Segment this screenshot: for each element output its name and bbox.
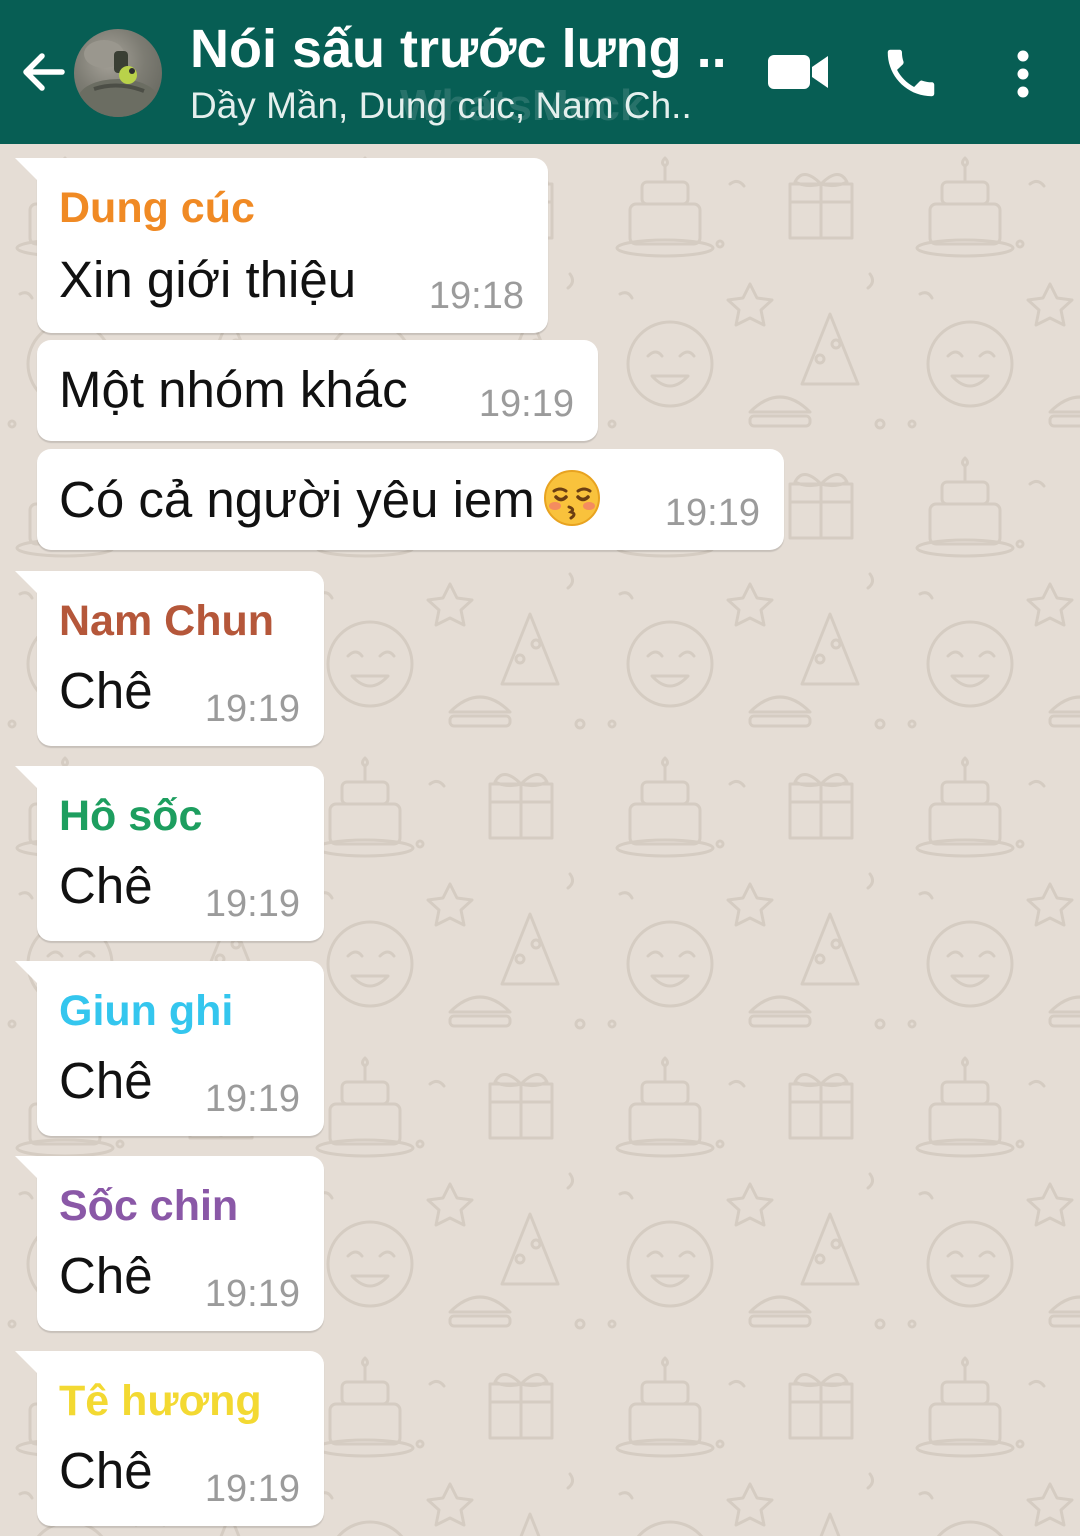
voice-call-button[interactable] [880, 42, 942, 104]
message-text: Chê [59, 662, 153, 719]
message-time: 19:19 [204, 1078, 300, 1120]
more-vert-icon [1017, 50, 1029, 98]
message-text: Một nhóm khác [59, 361, 408, 418]
message-text-content: Có cả người yêu iem [59, 471, 535, 528]
message-bubble[interactable]: Có cả người yêu iem 19:19 [37, 449, 784, 550]
sender-name[interactable]: Nam Chun [59, 595, 274, 647]
message-text: Chê [59, 1442, 153, 1499]
message-bubble[interactable]: Hô sốc Chê 19:19 [15, 766, 324, 941]
chat-header: Nói sấu trước lưng ... WhatsMock Dầy Mần… [0, 0, 1080, 144]
message-bubble[interactable]: Nam Chun Chê 19:19 [15, 571, 324, 746]
message-bubble[interactable]: Sốc chin Chê 19:19 [15, 1156, 324, 1331]
kissing-face-closed-eyes-icon [543, 469, 601, 540]
message-text: Chê [59, 1247, 153, 1304]
message-text: Chê [59, 857, 153, 914]
message-bubble[interactable]: Giun ghi Chê 19:19 [15, 961, 324, 1136]
message-text: Xin giới thiệu [59, 251, 357, 308]
message-bubble[interactable]: Tê hương Chê 19:19 [15, 1351, 324, 1526]
chat-title[interactable]: Nói sấu trước lưng ... [190, 16, 730, 82]
message-time: 19:19 [478, 383, 574, 425]
message-time: 19:19 [204, 1273, 300, 1315]
message-time: 19:19 [204, 688, 300, 730]
more-options-button[interactable] [1000, 42, 1046, 106]
chat-area[interactable]: Dung cúc Xin giới thiệu 19:18 Một nhóm k… [0, 144, 1080, 1536]
group-avatar[interactable] [74, 29, 162, 117]
message-time: 19:19 [664, 492, 760, 534]
sender-name[interactable]: Sốc chin [59, 1180, 238, 1232]
back-button[interactable] [14, 42, 74, 102]
video-call-button[interactable] [762, 42, 834, 102]
sender-name[interactable]: Tê hương [59, 1375, 262, 1427]
message-text: Có cả người yêu iem [59, 469, 601, 540]
message-text: Chê [59, 1052, 153, 1109]
message-time: 19:19 [204, 1468, 300, 1510]
voice-call-icon [887, 49, 935, 97]
message-time: 19:18 [428, 275, 524, 317]
sender-name[interactable]: Dung cúc [59, 182, 255, 234]
chat-participants[interactable]: Dầy Mần, Dung cúc, Nam Ch.. [190, 82, 730, 130]
message-bubble[interactable]: Một nhóm khác 19:19 [37, 340, 598, 441]
sender-name[interactable]: Giun ghi [59, 985, 233, 1037]
avatar-image [78, 40, 158, 117]
sender-name[interactable]: Hô sốc [59, 790, 202, 842]
back-arrow-icon [23, 53, 65, 91]
message-time: 19:19 [204, 883, 300, 925]
message-bubble[interactable]: Dung cúc Xin giới thiệu 19:18 [15, 158, 548, 333]
video-call-icon [768, 55, 828, 89]
